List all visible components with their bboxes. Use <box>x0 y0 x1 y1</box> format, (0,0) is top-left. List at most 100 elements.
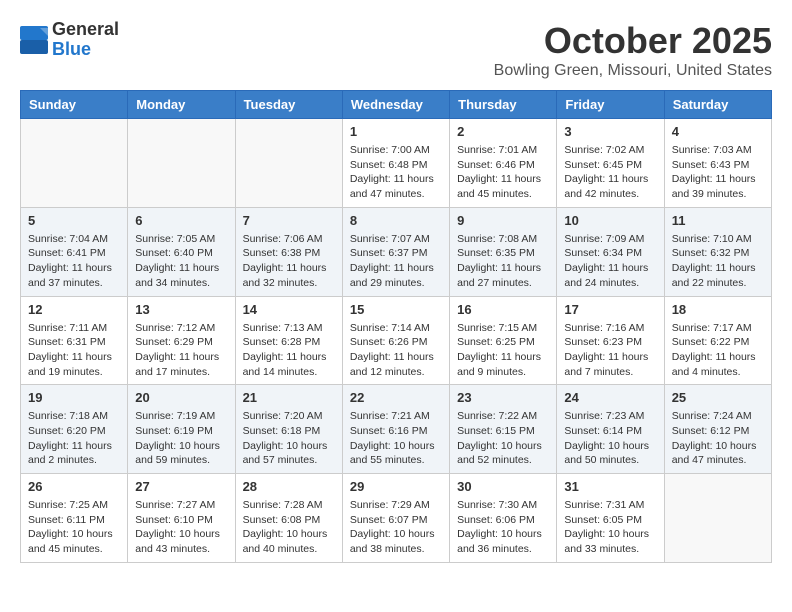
day-number: 25 <box>672 390 764 405</box>
calendar-cell-1-3: 8 Sunrise: 7:07 AM Sunset: 6:37 PM Daylig… <box>342 207 449 296</box>
day-info: Sunrise: 7:25 AM Sunset: 6:11 PM Dayligh… <box>28 498 120 557</box>
day-number: 14 <box>243 302 335 317</box>
calendar-cell-0-4: 2 Sunrise: 7:01 AM Sunset: 6:46 PM Daylig… <box>450 119 557 208</box>
day-number: 12 <box>28 302 120 317</box>
day-number: 29 <box>350 479 442 494</box>
day-info: Sunrise: 7:05 AM Sunset: 6:40 PM Dayligh… <box>135 232 227 291</box>
calendar-cell-2-3: 15 Sunrise: 7:14 AM Sunset: 6:26 PM Dayli… <box>342 296 449 385</box>
day-info: Sunrise: 7:03 AM Sunset: 6:43 PM Dayligh… <box>672 143 764 202</box>
day-info: Sunrise: 7:15 AM Sunset: 6:25 PM Dayligh… <box>457 321 549 380</box>
day-info: Sunrise: 7:19 AM Sunset: 6:19 PM Dayligh… <box>135 409 227 468</box>
week-row-2: 5Sunrise: 7:04 AM Sunset: 6:41 PM Daylig… <box>21 207 772 296</box>
logo: General Blue <box>20 20 119 60</box>
th-saturday: Saturday <box>664 91 771 119</box>
day-number: 6 <box>135 213 227 228</box>
calendar-cell-3-3: 22Sunrise: 7:21 AM Sunset: 6:16 PM Dayli… <box>342 385 449 474</box>
day-number: 10 <box>564 213 656 228</box>
location: Bowling Green, Missouri, United States <box>494 62 772 80</box>
day-number: 17 <box>564 302 656 317</box>
day-info: Sunrise: 7:23 AM Sunset: 6:14 PM Dayligh… <box>564 409 656 468</box>
calendar-cell-4-0: 26Sunrise: 7:25 AM Sunset: 6:11 PM Dayli… <box>21 474 128 563</box>
calendar-header: Sunday Monday Tuesday Wednesday Thursday… <box>21 91 772 119</box>
calendar-cell-4-4: 30 Sunrise: 7:30 AM Sunset: 6:06 PM Dayli… <box>450 474 557 563</box>
calendar-cell-1-2: 7Sunrise: 7:06 AM Sunset: 6:38 PM Daylig… <box>235 207 342 296</box>
day-info: Sunrise: 7:20 AM Sunset: 6:18 PM Dayligh… <box>243 409 335 468</box>
day-info: Sunrise: 7:22 AM Sunset: 6:15 PM Dayligh… <box>457 409 549 468</box>
calendar-cell-2-2: 14 Sunrise: 7:13 AM Sunset: 6:28 PM Dayli… <box>235 296 342 385</box>
logo-general-text: General <box>52 20 119 40</box>
th-tuesday: Tuesday <box>235 91 342 119</box>
day-info: Sunrise: 7:13 AM Sunset: 6:28 PM Dayligh… <box>243 321 335 380</box>
calendar-cell-0-5: 3Sunrise: 7:02 AM Sunset: 6:45 PM Daylig… <box>557 119 664 208</box>
day-number: 19 <box>28 390 120 405</box>
calendar-cell-3-2: 21 Sunrise: 7:20 AM Sunset: 6:18 PM Dayli… <box>235 385 342 474</box>
day-info: Sunrise: 7:10 AM Sunset: 6:32 PM Dayligh… <box>672 232 764 291</box>
calendar-cell-3-4: 23 Sunrise: 7:22 AM Sunset: 6:15 PM Dayli… <box>450 385 557 474</box>
calendar-cell-0-6: 4 Sunrise: 7:03 AM Sunset: 6:43 PM Daylig… <box>664 119 771 208</box>
logo-text: General Blue <box>52 20 119 60</box>
day-number: 1 <box>350 124 442 139</box>
day-number: 30 <box>457 479 549 494</box>
day-info: Sunrise: 7:29 AM Sunset: 6:07 PM Dayligh… <box>350 498 442 557</box>
day-number: 27 <box>135 479 227 494</box>
day-number: 8 <box>350 213 442 228</box>
th-sunday: Sunday <box>21 91 128 119</box>
day-number: 2 <box>457 124 549 139</box>
day-number: 9 <box>457 213 549 228</box>
calendar-cell-2-6: 18 Sunrise: 7:17 AM Sunset: 6:22 PM Dayli… <box>664 296 771 385</box>
day-info: Sunrise: 7:31 AM Sunset: 6:05 PM Dayligh… <box>564 498 656 557</box>
calendar-cell-4-3: 29 Sunrise: 7:29 AM Sunset: 6:07 PM Dayli… <box>342 474 449 563</box>
day-number: 21 <box>243 390 335 405</box>
th-wednesday: Wednesday <box>342 91 449 119</box>
day-number: 3 <box>564 124 656 139</box>
week-row-3: 12 Sunrise: 7:11 AM Sunset: 6:31 PM Dayli… <box>21 296 772 385</box>
day-info: Sunrise: 7:17 AM Sunset: 6:22 PM Dayligh… <box>672 321 764 380</box>
day-info: Sunrise: 7:07 AM Sunset: 6:37 PM Dayligh… <box>350 232 442 291</box>
day-info: Sunrise: 7:00 AM Sunset: 6:48 PM Dayligh… <box>350 143 442 202</box>
day-number: 23 <box>457 390 549 405</box>
day-info: Sunrise: 7:18 AM Sunset: 6:20 PM Dayligh… <box>28 409 120 468</box>
calendar-cell-0-0 <box>21 119 128 208</box>
calendar-cell-0-2 <box>235 119 342 208</box>
th-friday: Friday <box>557 91 664 119</box>
header: General Blue October 2025 Bowling Green,… <box>20 20 772 80</box>
calendar-cell-2-0: 12 Sunrise: 7:11 AM Sunset: 6:31 PM Dayli… <box>21 296 128 385</box>
calendar-cell-3-0: 19 Sunrise: 7:18 AM Sunset: 6:20 PM Dayli… <box>21 385 128 474</box>
month-title: October 2025 <box>494 20 772 62</box>
week-row-5: 26Sunrise: 7:25 AM Sunset: 6:11 PM Dayli… <box>21 474 772 563</box>
calendar-cell-1-1: 6 Sunrise: 7:05 AM Sunset: 6:40 PM Daylig… <box>128 207 235 296</box>
day-number: 31 <box>564 479 656 494</box>
day-number: 13 <box>135 302 227 317</box>
calendar-cell-1-6: 11Sunrise: 7:10 AM Sunset: 6:32 PM Dayli… <box>664 207 771 296</box>
logo-icon <box>20 26 48 54</box>
calendar-cell-4-5: 31 Sunrise: 7:31 AM Sunset: 6:05 PM Dayli… <box>557 474 664 563</box>
day-info: Sunrise: 7:09 AM Sunset: 6:34 PM Dayligh… <box>564 232 656 291</box>
th-monday: Monday <box>128 91 235 119</box>
calendar-cell-4-1: 27 Sunrise: 7:27 AM Sunset: 6:10 PM Dayli… <box>128 474 235 563</box>
week-row-1: 1 Sunrise: 7:00 AM Sunset: 6:48 PM Daylig… <box>21 119 772 208</box>
day-info: Sunrise: 7:04 AM Sunset: 6:41 PM Dayligh… <box>28 232 120 291</box>
calendar-cell-1-0: 5Sunrise: 7:04 AM Sunset: 6:41 PM Daylig… <box>21 207 128 296</box>
day-info: Sunrise: 7:12 AM Sunset: 6:29 PM Dayligh… <box>135 321 227 380</box>
calendar-cell-3-1: 20Sunrise: 7:19 AM Sunset: 6:19 PM Dayli… <box>128 385 235 474</box>
day-number: 16 <box>457 302 549 317</box>
day-info: Sunrise: 7:01 AM Sunset: 6:46 PM Dayligh… <box>457 143 549 202</box>
day-number: 28 <box>243 479 335 494</box>
weekday-row: Sunday Monday Tuesday Wednesday Thursday… <box>21 91 772 119</box>
calendar-cell-2-1: 13 Sunrise: 7:12 AM Sunset: 6:29 PM Dayli… <box>128 296 235 385</box>
week-row-4: 19 Sunrise: 7:18 AM Sunset: 6:20 PM Dayli… <box>21 385 772 474</box>
day-info: Sunrise: 7:14 AM Sunset: 6:26 PM Dayligh… <box>350 321 442 380</box>
calendar: Sunday Monday Tuesday Wednesday Thursday… <box>20 90 772 563</box>
calendar-cell-0-3: 1 Sunrise: 7:00 AM Sunset: 6:48 PM Daylig… <box>342 119 449 208</box>
day-info: Sunrise: 7:27 AM Sunset: 6:10 PM Dayligh… <box>135 498 227 557</box>
day-info: Sunrise: 7:11 AM Sunset: 6:31 PM Dayligh… <box>28 321 120 380</box>
day-info: Sunrise: 7:30 AM Sunset: 6:06 PM Dayligh… <box>457 498 549 557</box>
th-thursday: Thursday <box>450 91 557 119</box>
day-number: 18 <box>672 302 764 317</box>
calendar-cell-3-5: 24Sunrise: 7:23 AM Sunset: 6:14 PM Dayli… <box>557 385 664 474</box>
day-number: 4 <box>672 124 764 139</box>
calendar-cell-3-6: 25Sunrise: 7:24 AM Sunset: 6:12 PM Dayli… <box>664 385 771 474</box>
calendar-cell-2-4: 16 Sunrise: 7:15 AM Sunset: 6:25 PM Dayli… <box>450 296 557 385</box>
day-info: Sunrise: 7:21 AM Sunset: 6:16 PM Dayligh… <box>350 409 442 468</box>
day-number: 15 <box>350 302 442 317</box>
